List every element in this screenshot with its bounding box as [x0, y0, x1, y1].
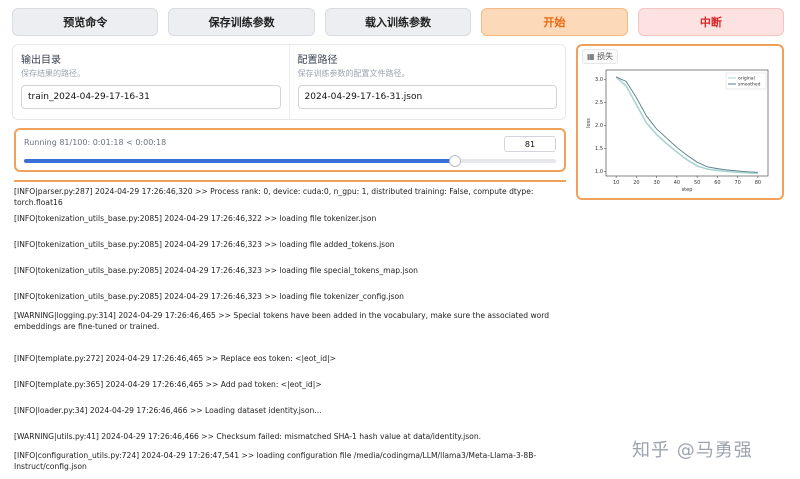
x-axis-label: step	[682, 187, 693, 193]
loss-title-text: 损失	[597, 52, 614, 61]
log-line: [WARNING|logging.py:314] 2024-04-29 17:2…	[14, 311, 552, 331]
x-tick-label: 70	[734, 180, 740, 186]
series-line-smoothed	[615, 76, 758, 173]
loss-chart: 10 20 30 40 50 60 70 80 1.0 1.5 2.0 2.5 3.0 step loss o…	[586, 69, 769, 193]
watermark: 知乎 @马勇强	[632, 440, 753, 461]
output-dir-label: 输出目录	[21, 55, 61, 66]
loss-chart-panel: ▦ 损失 10 20 30 40 50 60 70 80 1.0 1.5 2.0 2.5 3.0 step…	[576, 44, 784, 200]
config-panel: 输出目录 保存结果的路径。 配置路径 保存训练参数的配置文件路径。	[12, 44, 566, 120]
output-dir-input[interactable]	[21, 85, 281, 109]
y-tick-label: 3.0	[595, 77, 603, 83]
x-tick-label: 20	[633, 180, 639, 186]
log-line: [INFO|tokenization_utils_base.py:2085] 2…	[14, 214, 377, 223]
progress-value-box[interactable]: 81	[504, 136, 556, 152]
config-path-group: 配置路径 保存训练参数的配置文件路径。	[288, 45, 566, 119]
log-line: [INFO|parser.py:287] 2024-04-29 17:26:46…	[14, 187, 536, 207]
progress-slider-handle[interactable]	[448, 155, 461, 167]
save-params-button[interactable]: 保存训练参数	[168, 8, 315, 36]
legend-label: original	[738, 76, 755, 82]
y-axis-label: loss	[586, 118, 592, 128]
preview-command-button[interactable]: 预览命令	[12, 8, 159, 36]
output-dir-group: 输出目录 保存结果的路径。	[13, 45, 289, 119]
progress-fill	[24, 159, 455, 163]
config-path-input[interactable]	[297, 85, 557, 109]
series-line-original	[615, 76, 758, 175]
chart-icon: ▦	[587, 52, 595, 61]
output-dir-hint: 保存结果的路径。	[21, 69, 85, 78]
config-path-hint: 保存训练参数的配置文件路径。	[297, 69, 410, 78]
progress-text: Running 81/100: 0:01:18 < 0:00:18	[24, 138, 167, 147]
x-tick-label: 60	[714, 180, 720, 186]
y-tick-label: 2.5	[595, 100, 603, 106]
x-tick-label: 30	[653, 180, 659, 186]
log-line: [INFO|tokenization_utils_base.py:2085] 2…	[14, 292, 404, 301]
log-line: [INFO|loader.py:34] 2024-04-29 17:26:46,…	[14, 406, 322, 415]
toolbar: 预览命令 保存训练参数 载入训练参数 开始 中断	[12, 8, 785, 36]
log-line: [INFO|tokenization_utils_base.py:2085] 2…	[14, 240, 395, 249]
x-tick-label: 40	[674, 180, 680, 186]
progress-track	[24, 155, 556, 167]
progress-panel: Running 81/100: 0:01:18 < 0:00:18 81	[14, 128, 566, 172]
log-line: [INFO|template.py:365] 2024-04-29 17:26:…	[14, 380, 322, 389]
log-line: [INFO|tokenization_utils_base.py:2085] 2…	[14, 266, 418, 275]
section-divider	[14, 180, 566, 182]
log-line: [INFO|template.py:272] 2024-04-29 17:26:…	[14, 354, 336, 363]
load-params-button[interactable]: 载入训练参数	[324, 8, 472, 36]
x-tick-label: 50	[694, 180, 700, 186]
y-tick-label: 1.5	[595, 146, 603, 152]
log-line: [INFO|configuration_utils.py:724] 2024-0…	[14, 451, 537, 471]
y-tick-label: 1.0	[595, 169, 603, 175]
y-tick-label: 2.0	[595, 123, 603, 129]
log-line: [WARNING|utils.py:41] 2024-04-29 17:26:4…	[14, 432, 482, 441]
legend-label: smoothed	[738, 82, 761, 88]
config-path-label: 配置路径	[297, 55, 338, 66]
loss-chart-title: ▦ 损失	[582, 49, 619, 64]
x-tick-label: 10	[613, 180, 619, 186]
abort-button[interactable]: 中断	[637, 8, 785, 36]
x-tick-label: 80	[755, 180, 761, 186]
start-button[interactable]: 开始	[481, 8, 628, 36]
